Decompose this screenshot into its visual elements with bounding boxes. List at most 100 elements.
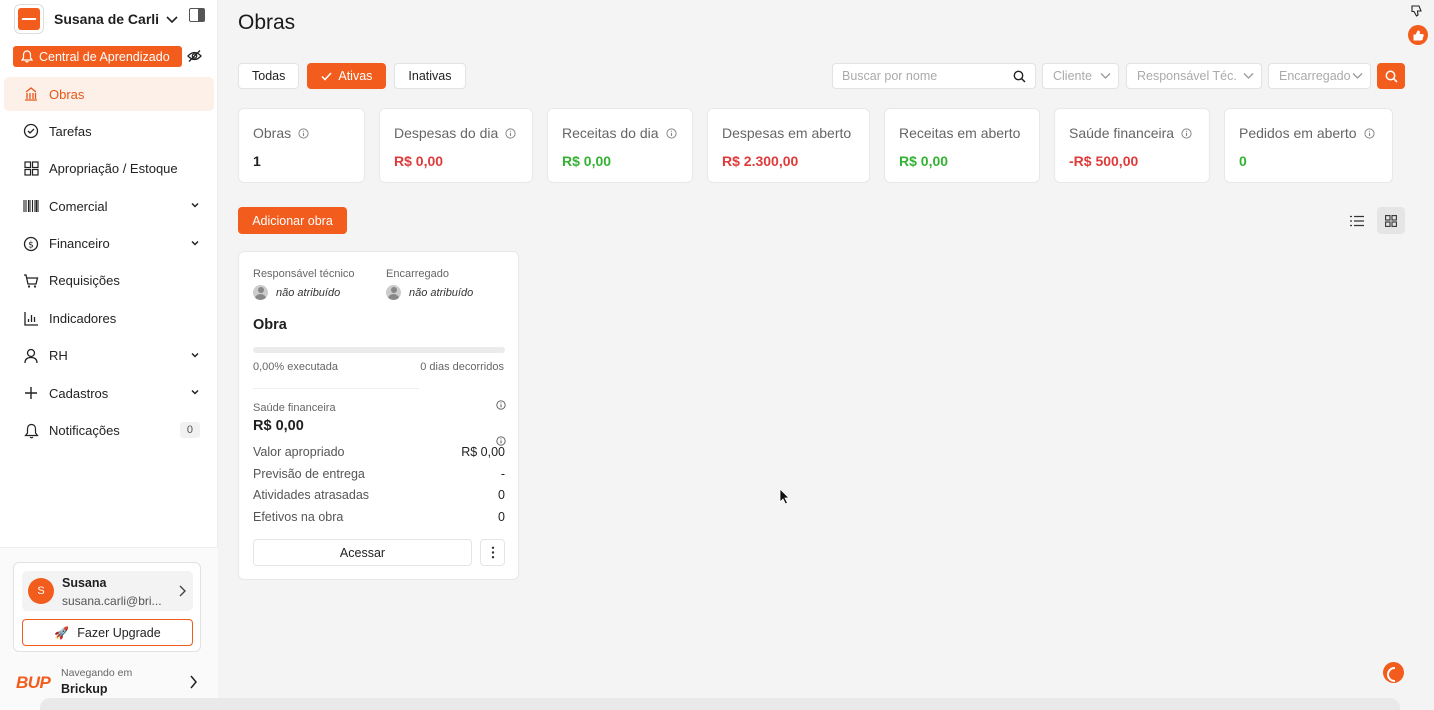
nav-item-rh[interactable]: RH [4, 339, 214, 373]
nav-item-cadastros[interactable]: Cadastros [4, 376, 214, 410]
sidebar-toggle-icon[interactable] [189, 8, 205, 22]
client-select-value: Cliente [1053, 69, 1092, 83]
foreman-person: não atribuído [386, 285, 473, 300]
org-logo [14, 4, 44, 34]
avatar [253, 285, 268, 300]
info-row: Valor apropriado R$ 0,00 [253, 445, 505, 459]
bar-chart-icon [22, 309, 40, 327]
user-card: S Susana susana.carli@bri... 🚀 Fazer Upg… [13, 562, 201, 652]
thumbs-down-icon[interactable] [1410, 4, 1424, 18]
grid-icon [1385, 214, 1397, 227]
chat-widget-button[interactable] [1383, 662, 1404, 683]
person-icon [22, 347, 40, 365]
info-icon[interactable] [1363, 127, 1375, 139]
horizontal-scrollbar[interactable] [40, 698, 1400, 710]
tab-inativas[interactable]: Inativas [394, 63, 466, 89]
status-tabs: Todas Ativas Inativas [238, 63, 466, 89]
stat-label: Obras [253, 125, 292, 141]
stat-value: R$ 2.300,00 [722, 153, 799, 169]
info-icon[interactable] [496, 400, 506, 410]
row-label: Atividades atrasadas [253, 488, 370, 502]
nav-item-requisicoes[interactable]: Requisições [4, 264, 214, 298]
grid-icon [22, 160, 40, 178]
chevron-down-icon [1100, 73, 1111, 79]
thumbs-up-button[interactable] [1408, 25, 1428, 45]
search-button[interactable] [1377, 63, 1405, 89]
nav-item-comercial[interactable]: Comercial [4, 189, 214, 223]
info-row: Previsão de entrega - [253, 467, 505, 481]
stat-label: Receitas em aberto [899, 125, 1021, 141]
list-view-button[interactable] [1345, 209, 1369, 233]
sidebar: Susana de Carli Central de Aprendizado O… [0, 0, 218, 710]
add-obra-button[interactable]: Adicionar obra [238, 207, 347, 234]
foreman-select-value: Encarregado [1279, 69, 1351, 83]
org-switcher[interactable]: Susana de Carli [14, 4, 214, 34]
chevron-down-icon [1352, 73, 1363, 79]
stat-value: R$ 0,00 [562, 153, 612, 169]
divider [253, 388, 419, 389]
tech-select[interactable]: Responsável Téc. [1126, 63, 1262, 89]
workspace-switcher[interactable]: BUP Navegando em Brickup [16, 666, 206, 698]
elapsed-text: 0 dias decorridos [420, 361, 504, 373]
row-value: R$ 0,00 [461, 445, 505, 459]
stat-card-despesas-aberto: Despesas em aberto R$ 2.300,00 [707, 108, 870, 183]
tech-select-value: Responsável Téc. [1137, 69, 1237, 83]
info-icon[interactable] [505, 127, 516, 139]
health-label: Saúde financeira [253, 402, 336, 414]
upgrade-button[interactable]: 🚀 Fazer Upgrade [22, 619, 193, 646]
nav-item-obras[interactable]: Obras [4, 77, 214, 111]
nav-label: Apropriação / Estoque [49, 161, 178, 177]
nav-label: Comercial [49, 198, 108, 214]
stat-card-receitas-dia: Receitas do dia R$ 0,00 [547, 108, 693, 183]
progress-bar [253, 347, 505, 353]
nav-item-apropriacao[interactable]: Apropriação / Estoque [4, 152, 214, 186]
health-value: R$ 0,00 [253, 418, 304, 434]
tab-todas[interactable]: Todas [238, 63, 300, 89]
stat-label: Pedidos em aberto [1239, 125, 1357, 141]
tab-label: Ativas [338, 69, 373, 83]
search-box [832, 63, 1036, 89]
tab-label: Inativas [408, 69, 452, 83]
info-icon[interactable] [298, 127, 309, 139]
chevron-right-icon [179, 585, 186, 597]
search-icon [1013, 70, 1026, 83]
learning-center-button[interactable]: Central de Aprendizado [13, 46, 182, 67]
stat-card-pedidos-aberto: Pedidos em aberto 0 [1224, 108, 1393, 183]
access-button[interactable]: Acessar [253, 539, 472, 566]
kebab-menu-icon [491, 546, 494, 559]
stat-value: -R$ 500,00 [1069, 153, 1139, 169]
row-label: Efetivos na obra [253, 510, 344, 524]
thumbs-up-icon [1413, 29, 1424, 40]
obra-card: Responsável técnico não atribuído Encarr… [238, 251, 519, 580]
more-options-button[interactable] [480, 539, 505, 566]
client-select[interactable]: Cliente [1042, 63, 1119, 89]
learning-center-label: Central de Aprendizado [39, 49, 170, 64]
foreman-select[interactable]: Encarregado [1268, 63, 1371, 89]
grid-view-button[interactable] [1377, 207, 1405, 234]
chevron-down-icon [191, 352, 199, 358]
nav-item-notificacoes[interactable]: Notificações 0 [4, 414, 214, 448]
nav-item-tarefas[interactable]: Tarefas [4, 114, 214, 148]
svg-text:$: $ [28, 240, 34, 250]
stat-label: Despesas do dia [394, 125, 499, 141]
info-icon[interactable] [665, 127, 677, 139]
row-label: Valor apropriado [253, 445, 345, 459]
mouse-cursor-icon [779, 488, 790, 505]
upgrade-label: Fazer Upgrade [77, 625, 161, 640]
user-menu[interactable]: S Susana susana.carli@bri... [22, 571, 193, 611]
info-icon[interactable] [1181, 127, 1192, 139]
search-input[interactable] [833, 64, 1003, 88]
nav-item-financeiro[interactable]: $ Financeiro [4, 227, 214, 261]
tech-label: Responsável técnico [253, 268, 355, 280]
stat-card-obras: Obras 1 [238, 108, 365, 183]
tab-ativas[interactable]: Ativas [307, 63, 387, 89]
nav-item-indicadores[interactable]: Indicadores [4, 301, 214, 335]
info-row: Efetivos na obra 0 [253, 510, 505, 524]
nav-label: Tarefas [49, 123, 92, 139]
chevron-down-icon [191, 203, 199, 208]
nav-label: Obras [49, 86, 85, 102]
eye-off-icon[interactable] [187, 49, 202, 63]
check-icon [321, 71, 332, 81]
stat-value: R$ 0,00 [394, 153, 444, 169]
row-value: - [500, 467, 505, 481]
